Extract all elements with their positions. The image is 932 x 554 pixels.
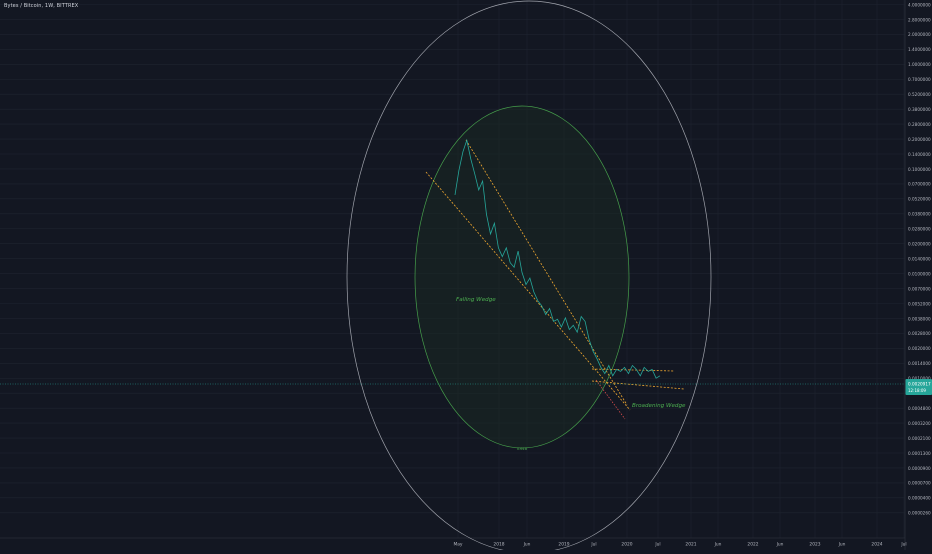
- y-tick-label: 0.0700000: [908, 182, 931, 187]
- y-tick-label: 0.1000000: [908, 167, 931, 172]
- y-tick-label: 0.5200000: [908, 92, 931, 97]
- y-tick-label: 0.0000900: [908, 466, 931, 471]
- y-tick-label: 0.0014000: [908, 361, 931, 366]
- x-tick-label: 2020: [621, 542, 632, 548]
- x-tick-label: Jul: [654, 542, 660, 548]
- x-tick-label: 2023: [809, 542, 820, 548]
- y-tick-label: 0.0520000: [908, 197, 931, 202]
- x-tick-label: 2019: [558, 542, 569, 548]
- chart-svg[interactable]: Falling Wedge Broadening Wedge 0.618 4.000…: [0, 0, 932, 550]
- x-tick-label: Jun: [714, 542, 722, 548]
- x-tick-label: Jul: [900, 542, 906, 548]
- x-tick-label: 2021: [685, 542, 696, 548]
- y-tick-label: 0.0004800: [908, 406, 931, 411]
- y-tick-label: 0.0052000: [908, 301, 931, 306]
- y-tick-label: 0.0280000: [908, 227, 931, 232]
- y-tick-label: 0.0003200: [908, 421, 931, 426]
- y-tick-label: 2.0000000: [908, 32, 931, 37]
- y-tick-label: 0.0000400: [908, 496, 931, 501]
- y-tick-label: 4.0000000: [908, 2, 931, 7]
- x-tick-label: 2018: [493, 542, 504, 548]
- y-tick-label: 1.4000000: [908, 47, 931, 52]
- broadening-wedge-label: Broadening Wedge: [632, 403, 686, 409]
- y-tick-label: 0.1400000: [908, 152, 931, 157]
- y-tick-label: 0.2000000: [908, 137, 931, 142]
- chart-canvas[interactable]: Falling Wedge Broadening Wedge 0.618 4.000…: [0, 0, 932, 550]
- x-tick-label: 2024: [871, 542, 882, 548]
- y-axis[interactable]: 4.0000000 2.8000000 2.0000000 1.4000000 1.00…: [908, 2, 931, 515]
- y-tick-label: 0.0000700: [908, 481, 931, 486]
- inner-circle: [415, 106, 629, 448]
- y-tick-label: 0.7000000: [908, 77, 931, 82]
- y-tick-label: 0.0000260: [908, 511, 931, 516]
- x-tick-label: May: [453, 542, 462, 548]
- fib-level-label: 0.618: [517, 447, 528, 451]
- falling-wedge-label: Falling Wedge: [456, 297, 496, 303]
- y-tick-label: 0.0002100: [908, 436, 931, 441]
- y-tick-label: 0.0200000: [908, 242, 931, 247]
- y-tick-label: 0.0140000: [908, 256, 931, 261]
- symbol-title[interactable]: Bytes / Bitcoin, 1W, BITTREX: [4, 3, 78, 9]
- y-tick-label: 0.2800000: [908, 122, 931, 127]
- current-price-value: 0.0020917: [908, 382, 931, 387]
- x-tick-label: 2022: [747, 542, 758, 548]
- y-tick-label: 0.0100000: [908, 271, 931, 276]
- y-tick-label: 1.0000000: [908, 62, 931, 67]
- y-tick-label: 2.8000000: [908, 17, 931, 22]
- y-tick-label: 0.0020000: [908, 346, 931, 351]
- y-tick-label: 0.0028000: [908, 331, 931, 336]
- y-tick-label: 0.3800000: [908, 107, 931, 112]
- x-tick-label: Jun: [838, 542, 846, 548]
- y-tick-label: 0.0380000: [908, 212, 931, 217]
- price-tag-layer: 0.002091712:18:09: [906, 379, 932, 395]
- y-tick-label: 0.0038000: [908, 316, 931, 321]
- x-tick-label: Jun: [776, 542, 784, 548]
- x-tick-label: Jul: [590, 542, 596, 548]
- y-tick-label: 0.0070000: [908, 286, 931, 291]
- y-tick-label: 0.0001300: [908, 451, 931, 456]
- x-tick-label: Jun: [523, 542, 531, 548]
- price-countdown: 12:18:09: [908, 388, 926, 393]
